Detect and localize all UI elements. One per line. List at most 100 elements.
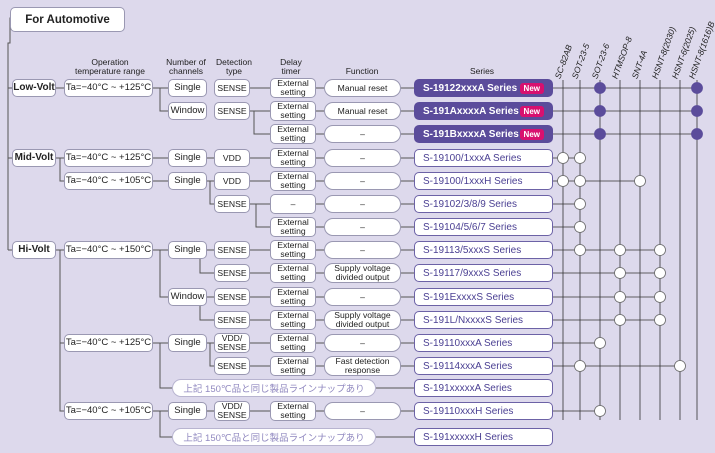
delay-timer: External setting [270,78,316,98]
page-title: For Automotive [10,7,125,32]
detection-sense: SENSE [214,264,250,282]
series-name: S-19122xxxA Series [423,82,518,94]
package-availability-dot [574,244,586,256]
package-availability-dot [574,152,586,164]
function-label: – [324,172,401,190]
series-name: S-19100/1xxxA Series [423,152,522,164]
series-item[interactable]: S-191BxxxxA Series New [414,125,553,143]
package-availability-dot [614,244,626,256]
package-availability-dot [594,405,606,417]
detection-vdd-sense: VDD/ SENSE [214,333,250,353]
detection-sense: SENSE [214,357,250,375]
package-availability-dot [614,291,626,303]
delay-timer: External setting [270,356,316,376]
temp-range: Ta=−40°C ~ +150°C [64,241,153,259]
delay-timer: External setting [270,124,316,144]
header-channels: Number of channels [166,57,206,76]
package-availability-dot [594,105,606,117]
delay-timer: External setting [270,217,316,237]
channel-window: Window [168,288,207,306]
temp-range: Ta=−40°C ~ +105°C [64,402,153,420]
package-availability-dot [654,291,666,303]
function-label: – [324,241,401,259]
function-label: – [324,288,401,306]
function-label: Supply voltage divided output [324,310,401,330]
new-badge: New [519,129,544,140]
lineup-note: 上記 150℃品と同じ製品ラインナップあり [172,428,376,446]
package-availability-dot [654,314,666,326]
delay-timer: External setting [270,171,316,191]
channel-single: Single [168,402,207,420]
package-availability-dot [614,314,626,326]
channel-single: Single [168,172,207,190]
series-item[interactable]: S-191AxxxxA Series New [414,102,553,120]
series-item[interactable]: S-19102/3/8/9 Series [414,195,553,213]
function-label: Fast detection response [324,356,401,376]
series-name: S-191ExxxxS Series [423,291,515,303]
category-low-volt: Low-Volt [12,79,56,97]
header-function: Function [345,66,379,76]
function-label: – [324,402,401,420]
series-name: S-19117/9xxxS Series [423,267,522,279]
detection-sense: SENSE [214,195,250,213]
series-item[interactable]: S-191ExxxxS Series [414,288,553,306]
series-item[interactable]: S-19110xxxA Series [414,334,553,352]
detection-sense: SENSE [214,79,250,97]
header-delay: Delay timer [280,57,302,76]
channel-single: Single [168,241,207,259]
series-item[interactable]: S-19110xxxH Series [414,402,553,420]
package-availability-dot [691,128,703,140]
package-availability-dot [654,267,666,279]
package-availability-dot [574,198,586,210]
series-item[interactable]: S-19114xxxA Series [414,357,553,375]
series-name: S-191L/NxxxxS Series [423,314,524,326]
package-availability-dot [594,337,606,349]
series-name: S-19113/5xxxS Series [423,244,522,256]
series-item[interactable]: S-19100/1xxxA Series [414,149,553,167]
package-availability-dot [691,82,703,94]
package-availability-dot [594,82,606,94]
series-item[interactable]: S-19117/9xxxS Series [414,264,553,282]
series-item[interactable]: S-19104/5/6/7 Series [414,218,553,236]
series-item[interactable]: S-191L/NxxxxS Series [414,311,553,329]
series-item[interactable]: S-19100/1xxxH Series [414,172,553,190]
function-label: Manual reset [324,102,401,120]
channel-single: Single [168,334,207,352]
series-item[interactable]: S-19113/5xxxS Series [414,241,553,259]
category-hi-volt: Hi-Volt [12,241,56,259]
function-label: – [324,334,401,352]
header-series: Series [469,66,495,76]
delay-timer: External setting [270,263,316,283]
temp-range: Ta=−40°C ~ +125°C [64,149,153,167]
series-name: S-191BxxxxA Series [423,128,519,140]
series-name: S-19102/3/8/9 Series [423,198,517,210]
delay-timer: – [270,194,316,214]
category-mid-volt: Mid-Volt [12,149,56,167]
header-temperature: Operation temperature range [75,57,145,76]
package-availability-dot [574,175,586,187]
package-availability-dot [691,105,703,117]
series-name: S-19110xxxH Series [423,405,514,417]
series-name: S-19104/5/6/7 Series [423,221,517,233]
series-name: S-191xxxxxA Series [423,382,512,394]
channel-single: Single [168,79,207,97]
package-availability-dot [614,267,626,279]
temp-range: Ta=−40°C ~ +105°C [64,172,153,190]
series-item[interactable]: S-191xxxxxA Series [414,379,553,397]
function-label: – [324,195,401,213]
series-name: S-191AxxxxA Series [423,105,519,117]
series-item[interactable]: S-19122xxxA Series New [414,79,553,97]
delay-timer: External setting [270,148,316,168]
lineup-note: 上記 150℃品と同じ製品ラインナップあり [172,379,376,397]
channel-window: Window [168,102,207,120]
function-label: – [324,125,401,143]
detection-vdd: VDD [214,172,250,190]
delay-timer: External setting [270,333,316,353]
header-detection: Detection type [216,57,252,76]
channel-single: Single [168,149,207,167]
series-item[interactable]: S-191xxxxxH Series [414,428,553,446]
series-name: S-19114xxxA Series [423,360,513,372]
detection-sense: SENSE [214,241,250,259]
delay-timer: External setting [270,310,316,330]
series-name: S-191xxxxxH Series [423,431,514,443]
